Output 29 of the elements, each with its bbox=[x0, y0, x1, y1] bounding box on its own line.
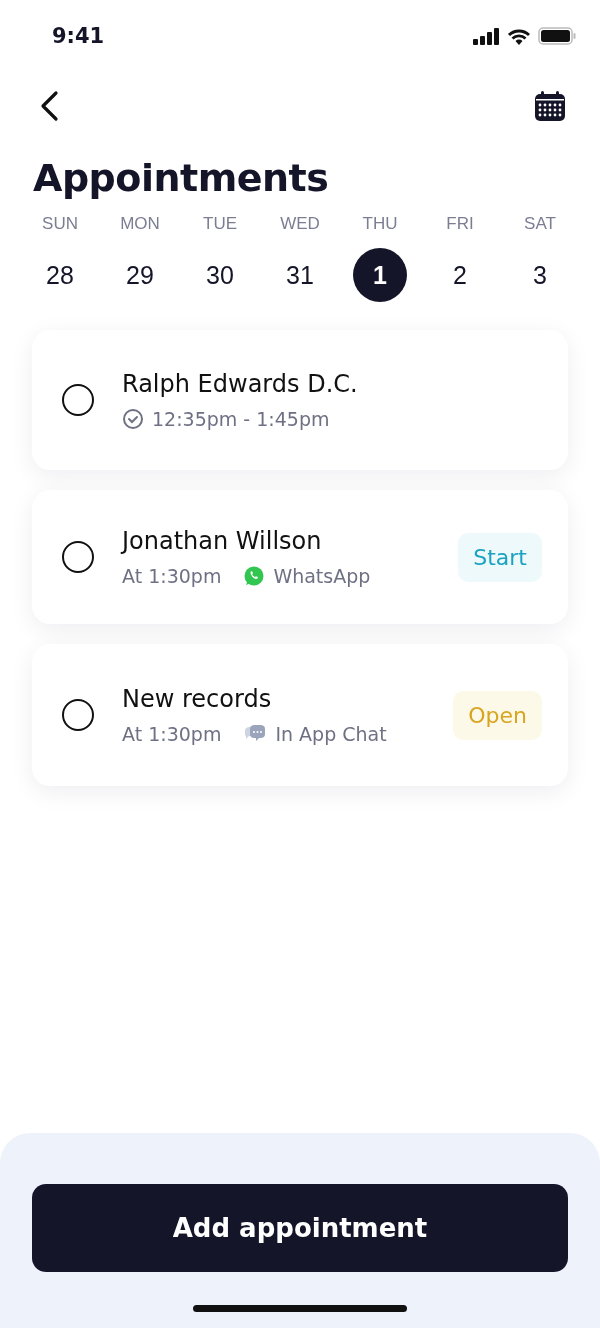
appointment-card[interactable]: Ralph Edwards D.C. 12:35pm - 1:45pm bbox=[32, 330, 568, 470]
appointment-time: At 1:30pm bbox=[122, 723, 222, 745]
status-time: 9:41 bbox=[52, 24, 105, 48]
channel-label: WhatsApp bbox=[273, 565, 371, 587]
appointment-time: 12:35pm - 1:45pm bbox=[152, 408, 330, 430]
checkbox[interactable] bbox=[62, 384, 94, 416]
add-appointment-button[interactable]: Add appointment bbox=[32, 1184, 568, 1272]
day-item[interactable]: WED 31 bbox=[260, 214, 340, 302]
appointment-name: New records bbox=[122, 685, 273, 713]
appointment-name: Ralph Edwards D.C. bbox=[122, 370, 359, 398]
battery-icon bbox=[538, 27, 576, 45]
wifi-icon bbox=[507, 27, 531, 45]
day-item[interactable]: TUE 30 bbox=[180, 214, 260, 302]
page-title: Appointments bbox=[33, 156, 330, 200]
day-item[interactable]: MON 29 bbox=[100, 214, 180, 302]
checkbox[interactable] bbox=[62, 541, 94, 573]
day-item[interactable]: THU 1 bbox=[340, 214, 420, 302]
channel-label: In App Chat bbox=[275, 723, 387, 745]
chat-bubble-icon bbox=[243, 565, 266, 587]
appointment-time: At 1:30pm bbox=[122, 565, 222, 587]
signal-icon bbox=[473, 27, 500, 45]
appointment-card[interactable]: New records At 1:30pm In App Chat Open bbox=[32, 644, 568, 786]
day-item[interactable]: SUN 28 bbox=[20, 214, 100, 302]
checkbox[interactable] bbox=[62, 699, 94, 731]
day-item[interactable]: FRI 2 bbox=[420, 214, 500, 302]
calendar-button[interactable] bbox=[534, 90, 566, 122]
day-item[interactable]: SAT 3 bbox=[500, 214, 580, 302]
appointment-card[interactable]: Jonathan Willson At 1:30pm WhatsApp Start bbox=[32, 490, 568, 624]
appointment-name: Jonathan Willson bbox=[122, 527, 323, 555]
